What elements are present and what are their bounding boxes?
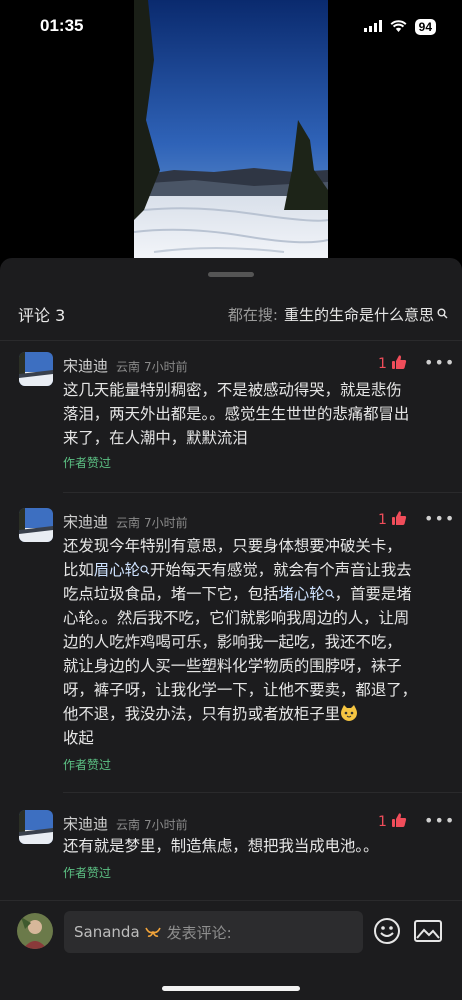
search-icon — [140, 561, 150, 579]
like-button[interactable]: 1 — [378, 510, 407, 530]
comment-text: 这几天能量特别稠密，不是被感动得哭，就是悲伤 落泪，两天外出都是。。感觉生生世世… — [63, 378, 448, 450]
comment-line: 比如眉心轮 开始每天有感觉，就会有个声音让我去 — [63, 561, 412, 579]
region: 云南 — [116, 360, 141, 374]
more-options-icon[interactable]: ••• — [424, 509, 455, 528]
image-icon — [414, 920, 442, 947]
comment-line: 心轮。。然后我不吃，它们就影响我周边的人，让周 — [63, 609, 410, 627]
username[interactable]: 宋迪迪 — [63, 813, 108, 834]
more-options-icon[interactable]: ••• — [424, 811, 455, 830]
status-icons: 94 — [363, 17, 436, 36]
header-divider — [0, 340, 462, 341]
comment-meta: 宋迪迪 云南 7小时前 — [63, 355, 188, 376]
avatar[interactable] — [19, 508, 53, 542]
comment-line: 吃点垃圾食品，堵一下它，包括堵心轮 ，首要是堵 — [63, 585, 412, 603]
comment-line: 来了，在人潮中，默默流泪 — [63, 429, 248, 447]
thumbs-up-icon — [391, 812, 407, 832]
input-username: Sananda — [74, 923, 140, 941]
username[interactable]: 宋迪迪 — [63, 511, 108, 532]
timestamp: 7小时前 — [144, 818, 188, 832]
cat-emoji-icon — [340, 705, 358, 723]
comment-text: 还有就是梦里，制造焦虑，想把我当成电池。。 — [63, 834, 448, 858]
like-button[interactable]: 1 — [378, 354, 407, 374]
region: 云南 — [116, 516, 141, 530]
region: 云南 — [116, 818, 141, 832]
keyword-link[interactable]: 眉心轮 — [94, 561, 140, 579]
comment-line: 就让身边的人买一些塑料化学物质的围脖呀，袜子 — [63, 657, 402, 675]
like-count: 1 — [378, 356, 387, 372]
status-bar: 01:35 94 — [0, 0, 462, 52]
author-liked-badge: 作者赞过 — [63, 456, 112, 470]
timestamp: 7小时前 — [144, 516, 188, 530]
emoji-button[interactable] — [373, 917, 401, 949]
search-icon — [437, 305, 448, 323]
smiley-icon — [373, 918, 401, 949]
comment-line: 边的人吃炸鸡喝可乐，影响我一起吃，我还不吃， — [63, 633, 402, 651]
comment-line: 他不退，我没办法，只有扔或者放柜子里 — [63, 702, 448, 726]
user-avatar[interactable] — [17, 913, 53, 949]
comment-meta: 宋迪迪 云南 7小时前 — [63, 813, 188, 834]
image-button[interactable] — [414, 919, 442, 947]
keyword-link[interactable]: 堵心轮 — [278, 585, 324, 603]
sheet-grabber[interactable] — [208, 272, 254, 277]
search-term-link[interactable]: 重生的生命是什么意思 — [284, 304, 434, 325]
like-count: 1 — [378, 814, 387, 830]
comment-divider — [63, 492, 462, 493]
comment-line: 还有就是梦里，制造焦虑，想把我当成电池。。 — [63, 837, 379, 855]
home-indicator[interactable] — [162, 986, 300, 991]
comment-meta: 宋迪迪 云南 7小时前 — [63, 511, 188, 532]
avatar[interactable] — [19, 352, 53, 386]
battery-indicator: 94 — [414, 18, 436, 35]
wifi-icon — [390, 17, 407, 36]
comment-count: 评论 3 — [18, 306, 66, 325]
comment-divider — [63, 792, 462, 793]
author-liked-badge: 作者赞过 — [63, 866, 112, 880]
like-button[interactable]: 1 — [378, 812, 407, 832]
input-placeholder: 发表评论: — [166, 923, 232, 942]
collapse-link[interactable]: 收起 — [63, 726, 448, 750]
search-suggestion[interactable]: 都在搜: 重生的生命是什么意思 — [228, 304, 448, 325]
comment-line: 落泪，两天外出都是。。感觉生生世世的悲痛都冒出 — [63, 405, 410, 423]
more-options-icon[interactable]: ••• — [424, 353, 455, 372]
comment-line: 呀，裤子呀，让我化学一下，让他不要卖，都退了， — [63, 681, 417, 699]
comments-header: 评论 3 都在搜: 重生的生命是什么意思 — [18, 302, 448, 326]
signal-icon — [363, 17, 382, 36]
comment-input[interactable]: Sananda 发表评论: — [64, 911, 363, 953]
username[interactable]: 宋迪迪 — [63, 355, 108, 376]
bow-tie-icon — [144, 923, 161, 942]
comment-input-bar: Sananda 发表评论: — [0, 900, 462, 1000]
thumbs-up-icon — [391, 354, 407, 374]
timestamp: 7小时前 — [144, 360, 188, 374]
comment-line: 还发现今年特别有意思，只要身体想要冲破关卡， — [63, 537, 402, 555]
search-prefix: 都在搜: — [227, 305, 278, 324]
avatar[interactable] — [19, 810, 53, 844]
like-count: 1 — [378, 512, 387, 528]
comment-text: 还发现今年特别有意思，只要身体想要冲破关卡， 比如眉心轮 开始每天有感觉，就会有个… — [63, 534, 448, 750]
thumbs-up-icon — [391, 510, 407, 530]
search-icon — [325, 585, 335, 603]
comment-line: 这几天能量特别稠密，不是被感动得哭，就是悲伤 — [63, 381, 402, 399]
status-time: 01:35 — [40, 16, 84, 35]
author-liked-badge: 作者赞过 — [63, 758, 112, 772]
